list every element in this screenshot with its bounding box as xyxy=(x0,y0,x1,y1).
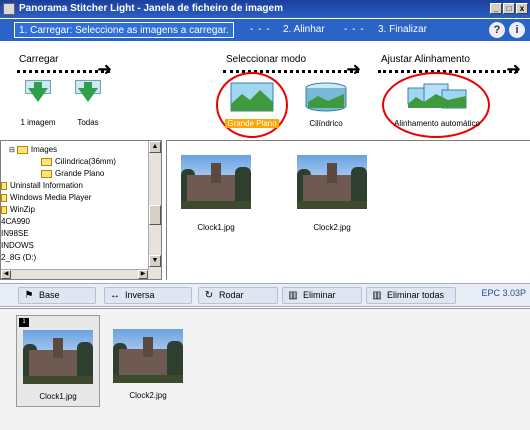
load-all-label: Todas xyxy=(77,118,99,127)
app-icon xyxy=(3,3,15,15)
tree-item[interactable]: Windows Media Player xyxy=(1,193,91,204)
strip-image[interactable]: Clock2.jpg xyxy=(108,315,188,407)
landscape-icon xyxy=(230,82,274,112)
load-one-label: 1 imagem xyxy=(20,118,56,127)
minimize-button[interactable]: _ xyxy=(490,3,502,14)
align-section-label: Ajustar Alinhamento xyxy=(381,54,470,65)
step-finish[interactable]: 3. Finalizar xyxy=(378,24,427,35)
download-icon xyxy=(23,80,53,110)
tree-item[interactable]: Uninstall Information xyxy=(1,181,83,192)
trash-icon: ▥ xyxy=(288,290,298,301)
delete-button[interactable]: ▥ Eliminar xyxy=(282,287,362,304)
maximize-button[interactable]: □ xyxy=(503,3,515,14)
step-bar: 1. Carregar: Seleccione as imagens a car… xyxy=(0,19,530,41)
selected-images-strip: 1 Clock1.jpg Clock2.jpg xyxy=(0,308,530,430)
strip-filename: Clock1.jpg xyxy=(39,392,77,401)
help-button[interactable]: ? xyxy=(489,22,505,38)
step-align[interactable]: 2. Alinhar xyxy=(283,24,325,35)
folder-icon xyxy=(16,145,28,154)
delete-all-button[interactable]: ▥ Eliminar todas xyxy=(366,287,456,304)
photo-thumbnail xyxy=(113,329,183,383)
folder-icon xyxy=(1,205,7,214)
version-label: EPC 3.03P xyxy=(481,288,526,298)
auto-align-button[interactable]: Alinhamento automático xyxy=(392,82,482,128)
tree-item[interactable]: 4CA990 xyxy=(1,217,30,228)
mode-cylindrical-label: Cilíndrico xyxy=(309,119,343,128)
arrow-right-icon: ➜ xyxy=(346,59,362,79)
scroll-up-icon[interactable]: ▲ xyxy=(149,141,161,153)
scroll-left-icon[interactable]: ◀ xyxy=(1,270,11,279)
tree-item[interactable]: Cilíndrica(36mm) xyxy=(41,157,116,168)
close-button[interactable]: x xyxy=(516,3,528,14)
cylinder-icon xyxy=(305,82,347,112)
exit-button[interactable]: i xyxy=(509,22,525,38)
tree-item[interactable]: WinZip xyxy=(1,205,35,216)
photo-thumbnail xyxy=(181,155,251,209)
step-separator: - - - xyxy=(250,24,271,35)
scroll-down-icon[interactable]: ▼ xyxy=(149,255,161,267)
tree-item[interactable]: Grande Plano xyxy=(41,169,104,180)
tree-vertical-scrollbar[interactable]: ▲ ▼ xyxy=(148,141,161,279)
arrow-right-icon: ➜ xyxy=(97,59,113,79)
folder-icon xyxy=(41,169,52,178)
tree-item[interactable]: INDOWS xyxy=(1,241,34,252)
window-title: Panorama Stitcher Light - Janela de fich… xyxy=(19,3,283,14)
file-preview-area: Clock1.jpg Clock2.jpg xyxy=(166,140,530,280)
trash-all-icon: ▥ xyxy=(372,290,382,301)
preview-thumbnail[interactable]: Clock1.jpg xyxy=(181,155,251,232)
mode-cylindrical-button[interactable]: Cilíndrico xyxy=(298,82,354,128)
strip-filename: Clock2.jpg xyxy=(129,391,167,400)
folder-icon xyxy=(1,181,7,190)
mode-section-label: Seleccionar modo xyxy=(226,54,307,65)
load-one-button[interactable]: 1 imagem xyxy=(16,80,60,127)
preview-filename: Clock1.jpg xyxy=(197,223,235,232)
download-all-icon xyxy=(73,80,103,110)
photo-thumbnail xyxy=(23,330,93,384)
tree-horizontal-scrollbar[interactable]: ◀ ▶ xyxy=(1,269,149,279)
scroll-right-icon[interactable]: ▶ xyxy=(138,270,148,279)
step-separator: - - - xyxy=(344,24,365,35)
base-button[interactable]: ⚑ Base xyxy=(18,287,96,304)
rotate-button[interactable]: ↻ Rodar xyxy=(198,287,278,304)
auto-align-icon xyxy=(407,83,467,109)
tree-item[interactable]: ⊟ Images xyxy=(9,145,57,156)
arrow-right-icon: ➜ xyxy=(506,59,522,79)
title-bar: Panorama Stitcher Light - Janela de fich… xyxy=(0,0,530,18)
load-section-label: Carregar xyxy=(19,54,59,65)
tree-item[interactable]: 2_8G (D:) xyxy=(1,253,36,264)
swap-arrows-icon: ↔ xyxy=(110,290,120,301)
preview-filename: Clock2.jpg xyxy=(313,223,351,232)
folder-tree[interactable]: ⊟ Images Cilíndrica(36mm) Grande Plano Un… xyxy=(0,140,162,280)
auto-align-label: Alinhamento automático xyxy=(394,119,480,128)
scrollbar-thumb[interactable] xyxy=(149,205,161,225)
image-toolbar: ⚑ Base ↔ Inversa ↻ Rodar ▥ Eliminar ▥ Elimina… xyxy=(0,283,530,307)
folder-icon xyxy=(41,157,52,166)
base-flag-icon: 1 xyxy=(19,318,29,327)
preview-thumbnail[interactable]: Clock2.jpg xyxy=(297,155,367,232)
mode-wide-button[interactable]: Grande Plano xyxy=(224,82,280,128)
load-all-button[interactable]: Todas xyxy=(68,80,108,127)
folder-icon xyxy=(1,193,7,202)
tree-item[interactable]: IN98SE xyxy=(1,229,29,240)
rotate-icon: ↻ xyxy=(204,290,214,301)
mode-wide-label: Grande Plano xyxy=(225,119,279,128)
step-load[interactable]: 1. Carregar: Seleccione as imagens a car… xyxy=(14,22,234,38)
flag-icon: ⚑ xyxy=(24,290,34,301)
inverse-button[interactable]: ↔ Inversa xyxy=(104,287,192,304)
photo-thumbnail xyxy=(297,155,367,209)
strip-image[interactable]: 1 Clock1.jpg xyxy=(16,315,100,407)
